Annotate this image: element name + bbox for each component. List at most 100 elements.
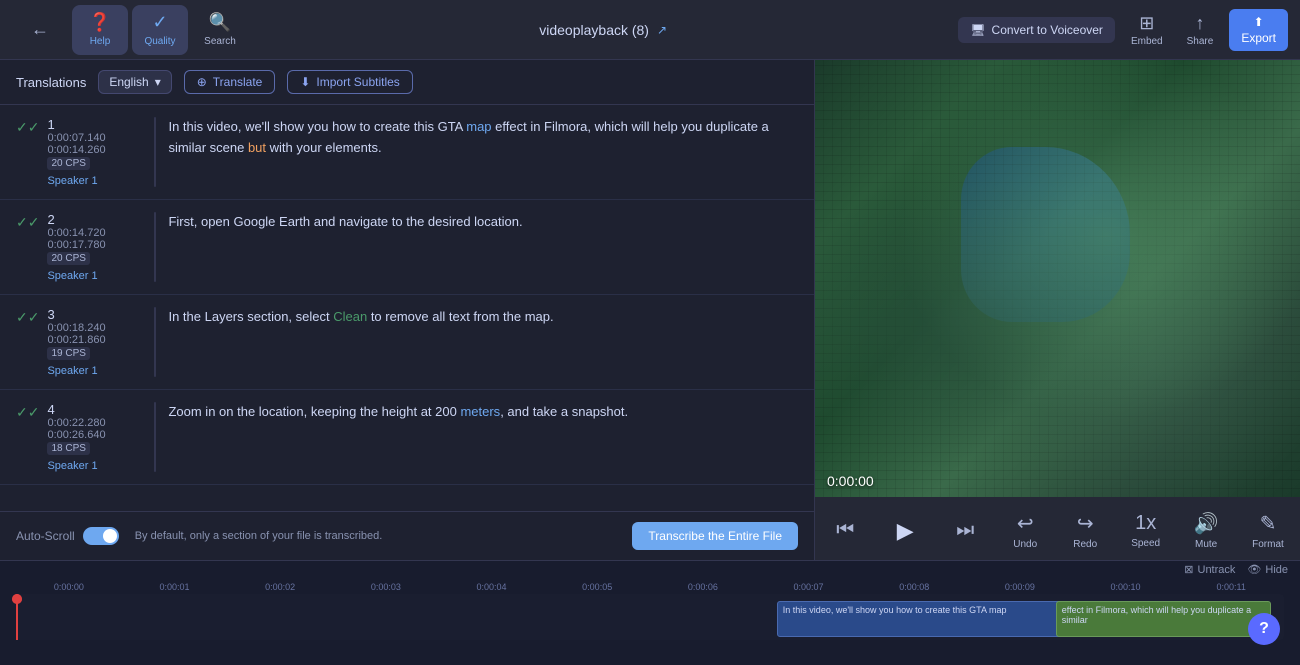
entry-number-4: 4 xyxy=(47,402,142,417)
plus-icon: ⊕ xyxy=(197,75,207,89)
help-button[interactable]: ❓ Help xyxy=(72,5,128,55)
entry-speaker-3[interactable]: Speaker 1 xyxy=(47,365,142,377)
format-button[interactable]: ✎ Format xyxy=(1244,507,1292,554)
entry-speaker-2[interactable]: Speaker 1 xyxy=(47,270,142,282)
share-button[interactable]: ↑ Share xyxy=(1179,9,1222,51)
subtitle-clip-2[interactable]: effect in Filmora, which will help you d… xyxy=(1056,601,1272,637)
entry-text-4[interactable]: Zoom in on the location, keeping the hei… xyxy=(168,402,798,423)
embed-button[interactable]: ⊞ Embed xyxy=(1123,9,1171,51)
transcribe-entire-file-button[interactable]: Transcribe the Entire File xyxy=(632,522,798,550)
entry-text-3[interactable]: In the Layers section, select Clean to r… xyxy=(168,307,798,328)
fast-forward-button[interactable]: ⏭ xyxy=(943,515,987,546)
entry-divider-4 xyxy=(154,402,156,472)
hide-label: Hide xyxy=(1265,564,1288,576)
search-button[interactable]: 🔍 Search xyxy=(192,5,248,55)
entry-text-2[interactable]: First, open Google Earth and navigate to… xyxy=(168,212,798,233)
export-button[interactable]: ⬆ Export xyxy=(1229,9,1288,51)
entry-meta-1: 1 0:00:07.140 0:00:14.260 20 CPS Speaker… xyxy=(47,117,142,187)
main-content: Translations English ▾ ⊕ Translate ⬇ Imp… xyxy=(0,60,1300,560)
subtitle-list: ✓✓ 1 0:00:07.140 0:00:14.260 20 CPS Spea… xyxy=(0,105,814,511)
share-icon: ↑ xyxy=(1195,13,1204,34)
map-overlay xyxy=(815,60,1300,497)
play-button[interactable]: ▶ xyxy=(883,514,927,548)
time-marker-5: 0:00:05 xyxy=(544,582,650,592)
entry-cps-2: 20 CPS xyxy=(47,253,142,264)
subtitle-entry-2: ✓✓ 2 0:00:14.720 0:00:17.780 20 CPS Spea… xyxy=(0,200,814,295)
fast-forward-icon: ⏭ xyxy=(956,519,974,542)
redo-label: Redo xyxy=(1073,539,1097,550)
timeline-track[interactable]: In this video, we'll show you how to cre… xyxy=(16,594,1284,640)
playhead xyxy=(16,594,18,640)
search-label: Search xyxy=(204,36,236,47)
back-icon: ← xyxy=(31,19,49,40)
time-marker-2: 0:00:02 xyxy=(227,582,333,592)
undo-button[interactable]: ↩ Undo xyxy=(1003,507,1047,554)
subtitle-entry-1: ✓✓ 1 0:00:07.140 0:00:14.260 20 CPS Spea… xyxy=(0,105,814,200)
help-question-icon: ? xyxy=(1259,620,1269,638)
hide-button[interactable]: 👁 Hide xyxy=(1247,563,1288,576)
quality-button[interactable]: ✓ Quality xyxy=(132,5,188,55)
help-icon: ❓ xyxy=(89,12,111,33)
auto-scroll-toggle[interactable] xyxy=(83,527,119,545)
video-preview xyxy=(815,60,1300,497)
embed-icon: ⊞ xyxy=(1139,13,1154,34)
rewind-button[interactable]: ⏮ xyxy=(823,515,867,546)
time-marker-3: 0:00:03 xyxy=(333,582,439,592)
entry-text-1[interactable]: In this video, we'll show you how to cre… xyxy=(168,117,798,159)
monitor-icon: 🖥 xyxy=(970,23,985,37)
entry-end-1: 0:00:14.260 xyxy=(47,144,142,156)
help-floating-button[interactable]: ? xyxy=(1248,613,1280,645)
title-link-icon[interactable]: ↗ xyxy=(657,23,667,37)
entry-cps-1: 20 CPS xyxy=(47,158,142,169)
transcribe-note: By default, only a section of your file … xyxy=(119,530,633,542)
convert-to-voiceover-button[interactable]: 🖥 Convert to Voiceover xyxy=(958,17,1115,43)
entry-start-3: 0:00:18.240 xyxy=(47,322,142,334)
mute-button[interactable]: 🔊 Mute xyxy=(1184,507,1228,554)
entry-start-4: 0:00:22.280 xyxy=(47,417,142,429)
time-marker-1: 0:00:01 xyxy=(122,582,228,592)
entry-speaker-4[interactable]: Speaker 1 xyxy=(47,460,142,472)
entry-end-2: 0:00:17.780 xyxy=(47,239,142,251)
export-label: Export xyxy=(1241,31,1276,45)
time-marker-8: 0:00:08 xyxy=(861,582,967,592)
entry-number-3: 3 xyxy=(47,307,142,322)
transcribe-bar: Auto-Scroll By default, only a section o… xyxy=(0,511,814,560)
time-marker-9: 0:00:09 xyxy=(967,582,1073,592)
subtitle-clip-1[interactable]: In this video, we'll show you how to cre… xyxy=(777,601,1094,637)
subtitle-entry-3: ✓✓ 3 0:00:18.240 0:00:21.860 19 CPS Spea… xyxy=(0,295,814,390)
translations-label: Translations xyxy=(16,75,86,90)
undo-label: Undo xyxy=(1013,539,1037,550)
untrack-button[interactable]: ⊠ Untrack xyxy=(1184,563,1235,576)
timeline-controls-row: ⊠ Untrack 👁 Hide xyxy=(0,561,1300,578)
speed-label: Speed xyxy=(1131,538,1160,549)
untrack-label: Untrack xyxy=(1198,564,1236,576)
entry-cps-3: 19 CPS xyxy=(47,348,142,359)
page-title: videoplayback (8) xyxy=(539,22,649,38)
check-icon-2: ✓✓ xyxy=(16,214,39,231)
language-selector[interactable]: English ▾ xyxy=(98,70,171,94)
embed-label: Embed xyxy=(1131,36,1163,47)
video-controls: ⏮ ▶ ⏭ ↩ Undo ↪ Redo 1x Speed 🔊 Mute xyxy=(815,497,1300,560)
check-icon-4: ✓✓ xyxy=(16,404,39,421)
untrack-icon: ⊠ xyxy=(1184,563,1193,576)
entry-speaker-1[interactable]: Speaker 1 xyxy=(47,175,142,187)
video-container: 0:00:00 xyxy=(815,60,1300,497)
back-button[interactable]: ← xyxy=(12,5,68,55)
quality-icon: ✓ xyxy=(152,12,167,33)
import-subtitles-button[interactable]: ⬇ Import Subtitles xyxy=(287,70,412,94)
translations-bar: Translations English ▾ ⊕ Translate ⬇ Imp… xyxy=(0,60,814,105)
time-marker-0: 0:00:00 xyxy=(16,582,122,592)
entry-meta-4: 4 0:00:22.280 0:00:26.640 18 CPS Speaker… xyxy=(47,402,142,472)
entry-start-2: 0:00:14.720 xyxy=(47,227,142,239)
time-marker-7: 0:00:07 xyxy=(756,582,862,592)
entry-cps-4: 18 CPS xyxy=(47,443,142,454)
chevron-down-icon: ▾ xyxy=(155,75,161,89)
translate-button[interactable]: ⊕ Translate xyxy=(184,70,276,94)
speed-button[interactable]: 1x Speed xyxy=(1123,508,1168,553)
redo-button[interactable]: ↪ Redo xyxy=(1063,507,1107,554)
play-icon: ▶ xyxy=(897,518,914,544)
mute-label: Mute xyxy=(1195,539,1217,550)
rewind-icon: ⏮ xyxy=(836,519,854,542)
time-marker-6: 0:00:06 xyxy=(650,582,756,592)
download-icon: ⬇ xyxy=(300,75,310,89)
